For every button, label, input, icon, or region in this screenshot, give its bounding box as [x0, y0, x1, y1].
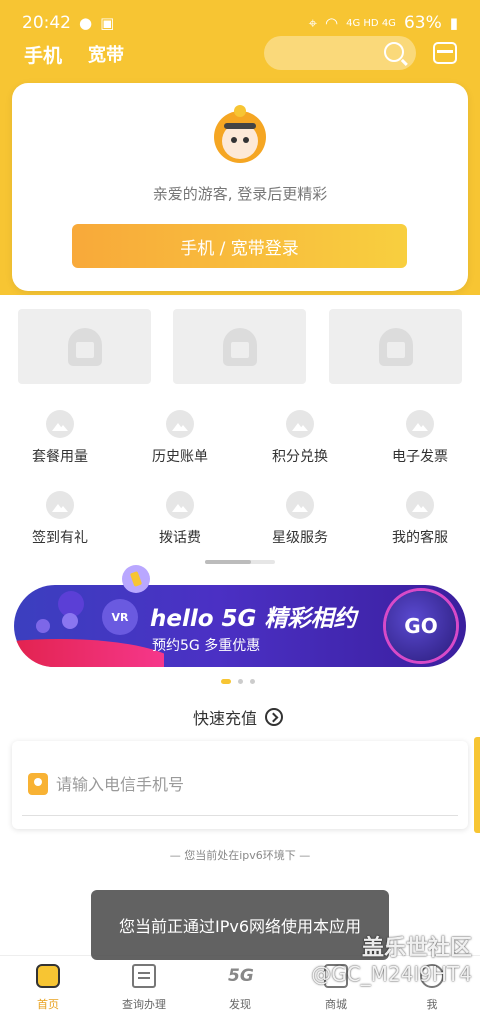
service-points-exchange[interactable]: 积分兑换 — [240, 410, 360, 470]
home-icon — [36, 964, 60, 988]
tab-broadband[interactable]: 宽带 — [88, 41, 124, 67]
banner-placeholder[interactable] — [329, 309, 462, 384]
guest-welcome-text: 亲爱的游客, 登录后更精彩 — [152, 185, 328, 203]
phone-number-input[interactable] — [56, 769, 436, 799]
banner-placeholders — [18, 309, 462, 384]
vr-badge-icon: VR — [102, 599, 138, 635]
status-left: 20:42 ● ▣ — [22, 13, 114, 33]
status-right: ⌖ ◠ 4G HD 4G 63% ▮ — [309, 13, 458, 33]
carousel-dot[interactable] — [238, 679, 243, 684]
quick-recharge-link[interactable]: 快速充值 — [193, 705, 284, 729]
service-e-invoice[interactable]: 电子发票 — [360, 410, 480, 470]
mascot-right-eye — [243, 137, 249, 143]
image-notification-icon: ▣ — [100, 14, 115, 32]
placeholder-image-icon — [222, 327, 257, 366]
service-label: 我的客服 — [392, 530, 448, 546]
battery-level: 63% — [403, 13, 442, 33]
banner-placeholder[interactable] — [173, 309, 306, 384]
tab-label: 首页 — [37, 998, 59, 1011]
carousel-dot-active[interactable] — [221, 679, 231, 684]
image-placeholder-icon — [46, 410, 74, 438]
service-call-credit[interactable]: 拨话费 — [120, 491, 240, 551]
mascot-left-eye — [231, 137, 237, 143]
side-drawer-handle[interactable] — [474, 737, 480, 833]
search-icon[interactable] — [384, 42, 404, 62]
5g-icon: 5G — [228, 966, 254, 986]
promo-bubble — [36, 619, 50, 633]
battery-icon: ▮ — [449, 14, 458, 32]
ipv6-note: — 您当前处在ipv6环境下 — — [169, 849, 311, 862]
promo-bubble — [62, 613, 78, 629]
location-icon: ⌖ — [308, 14, 318, 32]
arrow-right-circle-icon — [265, 708, 284, 726]
search-bar[interactable] — [264, 36, 416, 70]
promo-wave-decoration — [14, 639, 164, 667]
tab-label: 查询办理 — [122, 998, 166, 1011]
image-placeholder-icon — [286, 410, 314, 438]
menu-icon[interactable] — [433, 42, 457, 64]
service-label: 历史账单 — [152, 449, 208, 465]
carousel-dot[interactable] — [250, 679, 255, 684]
image-placeholder-icon — [166, 410, 194, 438]
watermark-user: @GC_M24I9HT4 — [311, 962, 472, 986]
service-my-support[interactable]: 我的客服 — [360, 491, 480, 551]
image-placeholder-icon — [46, 491, 74, 519]
promo-go-button[interactable]: GO — [386, 591, 456, 661]
banner-placeholder[interactable] — [18, 309, 151, 384]
recharge-card — [12, 741, 468, 829]
mascot-band — [224, 123, 256, 129]
service-label: 星级服务 — [272, 530, 328, 546]
login-card: 亲爱的游客, 登录后更精彩 手机 / 宽带登录 — [12, 83, 468, 291]
mascot-antenna — [234, 105, 246, 117]
service-star-level[interactable]: 星级服务 — [240, 491, 360, 551]
tab-label: 发现 — [229, 998, 251, 1011]
list-icon — [132, 964, 156, 988]
service-label: 电子发票 — [392, 449, 448, 465]
tab-discover[interactable]: 5G 发现 — [192, 956, 288, 1013]
promo-title: hello 5G 精彩相约 — [150, 606, 357, 632]
service-sign-in-gift[interactable]: 签到有礼 — [0, 491, 120, 551]
service-label: 拨话费 — [159, 530, 201, 546]
login-button[interactable]: 手机 / 宽带登录 — [72, 224, 407, 268]
service-label: 签到有礼 — [32, 530, 88, 546]
status-time: 20:42 — [22, 13, 71, 33]
promo-subtitle: 预约5G 多重优惠 — [152, 638, 261, 654]
service-label: 套餐用量 — [32, 449, 88, 465]
mascot-avatar — [210, 105, 270, 165]
service-label: 积分兑换 — [272, 449, 328, 465]
image-placeholder-icon — [166, 491, 194, 519]
grid-scroll-indicator[interactable] — [205, 560, 275, 564]
tab-label: 我 — [426, 998, 438, 1011]
input-underline — [22, 815, 458, 816]
watermark-title: 盖乐世社区 — [361, 936, 472, 961]
placeholder-image-icon — [67, 327, 102, 366]
contact-book-icon[interactable] — [28, 773, 48, 795]
quick-recharge-title: 快速充值 — [193, 709, 258, 728]
wifi-icon: ◠ — [325, 14, 339, 32]
tab-mobile[interactable]: 手机 — [24, 41, 62, 68]
image-placeholder-icon — [406, 410, 434, 438]
tab-query[interactable]: 查询办理 — [96, 956, 192, 1013]
grid-scroll-thumb — [205, 560, 251, 564]
service-package-usage[interactable]: 套餐用量 — [0, 410, 120, 470]
placeholder-image-icon — [378, 327, 413, 366]
chat-notification-icon: ● — [79, 14, 93, 32]
promo-phone-badge-icon — [122, 565, 150, 593]
promo-banner-5g[interactable]: VR hello 5G 精彩相约 预约5G 多重优惠 GO — [14, 565, 466, 667]
carousel-dots — [221, 679, 255, 684]
image-placeholder-icon — [286, 491, 314, 519]
tab-label: 商城 — [325, 998, 347, 1011]
image-placeholder-icon — [406, 491, 434, 519]
tab-home[interactable]: 首页 — [0, 956, 96, 1013]
signal-icon: 4G HD 4G — [346, 17, 396, 29]
service-bill-history[interactable]: 历史账单 — [120, 410, 240, 470]
community-watermark: 盖乐世社区 @GC_M24I9HT4 — [311, 930, 472, 986]
